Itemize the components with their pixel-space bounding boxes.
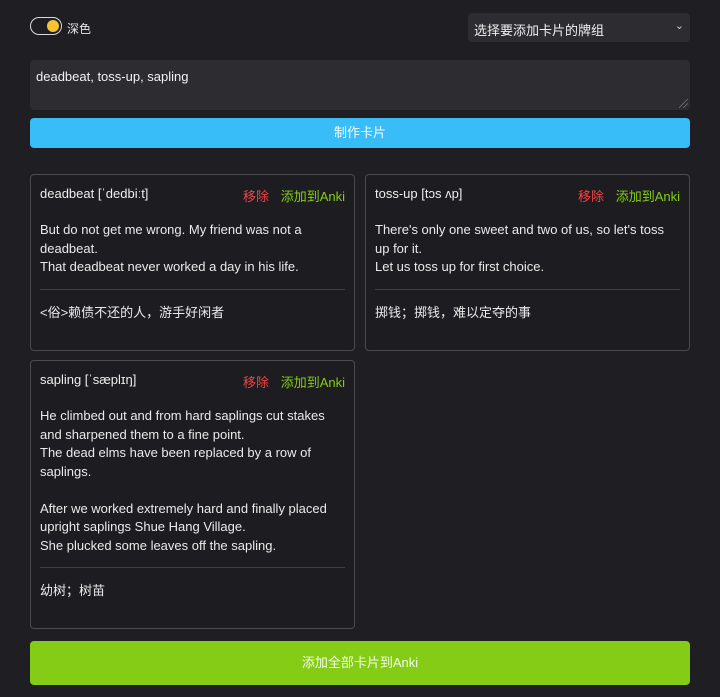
remove-button[interactable]: 移除 xyxy=(578,186,604,205)
remove-button[interactable]: 移除 xyxy=(243,372,269,391)
example-sentence: The dead elms have been replaced by a ro… xyxy=(40,445,312,479)
card-word: toss-up [tɔs ʌp] xyxy=(375,186,463,201)
example-sentence: Let us toss up for first choice. xyxy=(375,259,545,274)
card-examples: There's only one sweet and two of us, so… xyxy=(375,221,680,277)
example-sentence: He climbed out and from hard saplings cu… xyxy=(40,408,325,442)
card-word: deadbeat [ˈdedbiːt] xyxy=(40,186,149,201)
card-meaning: 掷钱；掷钱，难以定夺的事 xyxy=(375,304,532,320)
example-gap xyxy=(40,481,345,500)
example-sentence: That deadbeat never worked a day in his … xyxy=(40,259,299,274)
deck-select[interactable]: 选择要添加卡片的牌组 ⌄ xyxy=(468,13,690,42)
card-examples: He climbed out and from hard saplings cu… xyxy=(40,407,345,555)
example-sentence: There's only one sweet and two of us, so… xyxy=(375,222,664,256)
words-input[interactable]: deadbeat, toss-up, sapling xyxy=(30,60,690,110)
chevron-down-icon: ⌄ xyxy=(674,20,684,32)
deck-select-value: 选择要添加卡片的牌组 xyxy=(474,23,605,38)
add-to-anki-button[interactable]: 添加到Anki xyxy=(616,186,680,205)
add-all-to-anki-button[interactable]: 添加全部卡片到Anki xyxy=(30,641,690,685)
divider xyxy=(375,288,680,290)
card-meaning: 幼树；树苗 xyxy=(40,583,106,598)
example-sentence: She plucked some leaves off the sapling. xyxy=(40,537,277,553)
words-input-value: deadbeat, toss-up, sapling xyxy=(36,69,189,84)
make-cards-button[interactable]: 制作卡片 xyxy=(30,118,690,148)
theme-label: 深色 xyxy=(67,22,92,36)
resize-handle-icon[interactable] xyxy=(679,99,688,108)
card-header: deadbeat [ˈdedbiːt] 移除 添加到Anki xyxy=(40,175,345,211)
card-word: sapling [ˈsæplɪŋ] xyxy=(40,372,137,387)
word-card: toss-up [tɔs ʌp] 移除 添加到Anki There's only… xyxy=(365,174,690,351)
add-to-anki-button[interactable]: 添加到Anki xyxy=(281,372,345,391)
card-examples: But do not get me wrong. My friend was n… xyxy=(40,221,345,277)
divider xyxy=(40,567,345,568)
word-card: deadbeat [ˈdedbiːt] 移除 添加到Anki But do no… xyxy=(30,174,355,351)
example-sentence: But do not get me wrong. My friend was n… xyxy=(40,222,302,256)
card-meaning: <俗>赖债不还的人，游手好闲者 xyxy=(40,304,225,320)
add-to-anki-button[interactable]: 添加到Anki xyxy=(281,186,345,205)
theme-toggle[interactable] xyxy=(30,17,62,35)
divider xyxy=(40,288,345,290)
word-card: sapling [ˈsæplɪŋ] 移除 添加到Anki He climbed … xyxy=(30,360,355,629)
remove-button[interactable]: 移除 xyxy=(243,186,269,205)
example-sentence: After we worked extremely hard and final… xyxy=(40,500,327,535)
toggle-knob-icon xyxy=(47,20,59,32)
top-bar: 深色 选择要添加卡片的牌组 ⌄ xyxy=(30,13,690,42)
card-header: sapling [ˈsæplɪŋ] 移除 添加到Anki xyxy=(40,361,345,397)
card-header: toss-up [tɔs ʌp] 移除 添加到Anki xyxy=(375,175,680,211)
